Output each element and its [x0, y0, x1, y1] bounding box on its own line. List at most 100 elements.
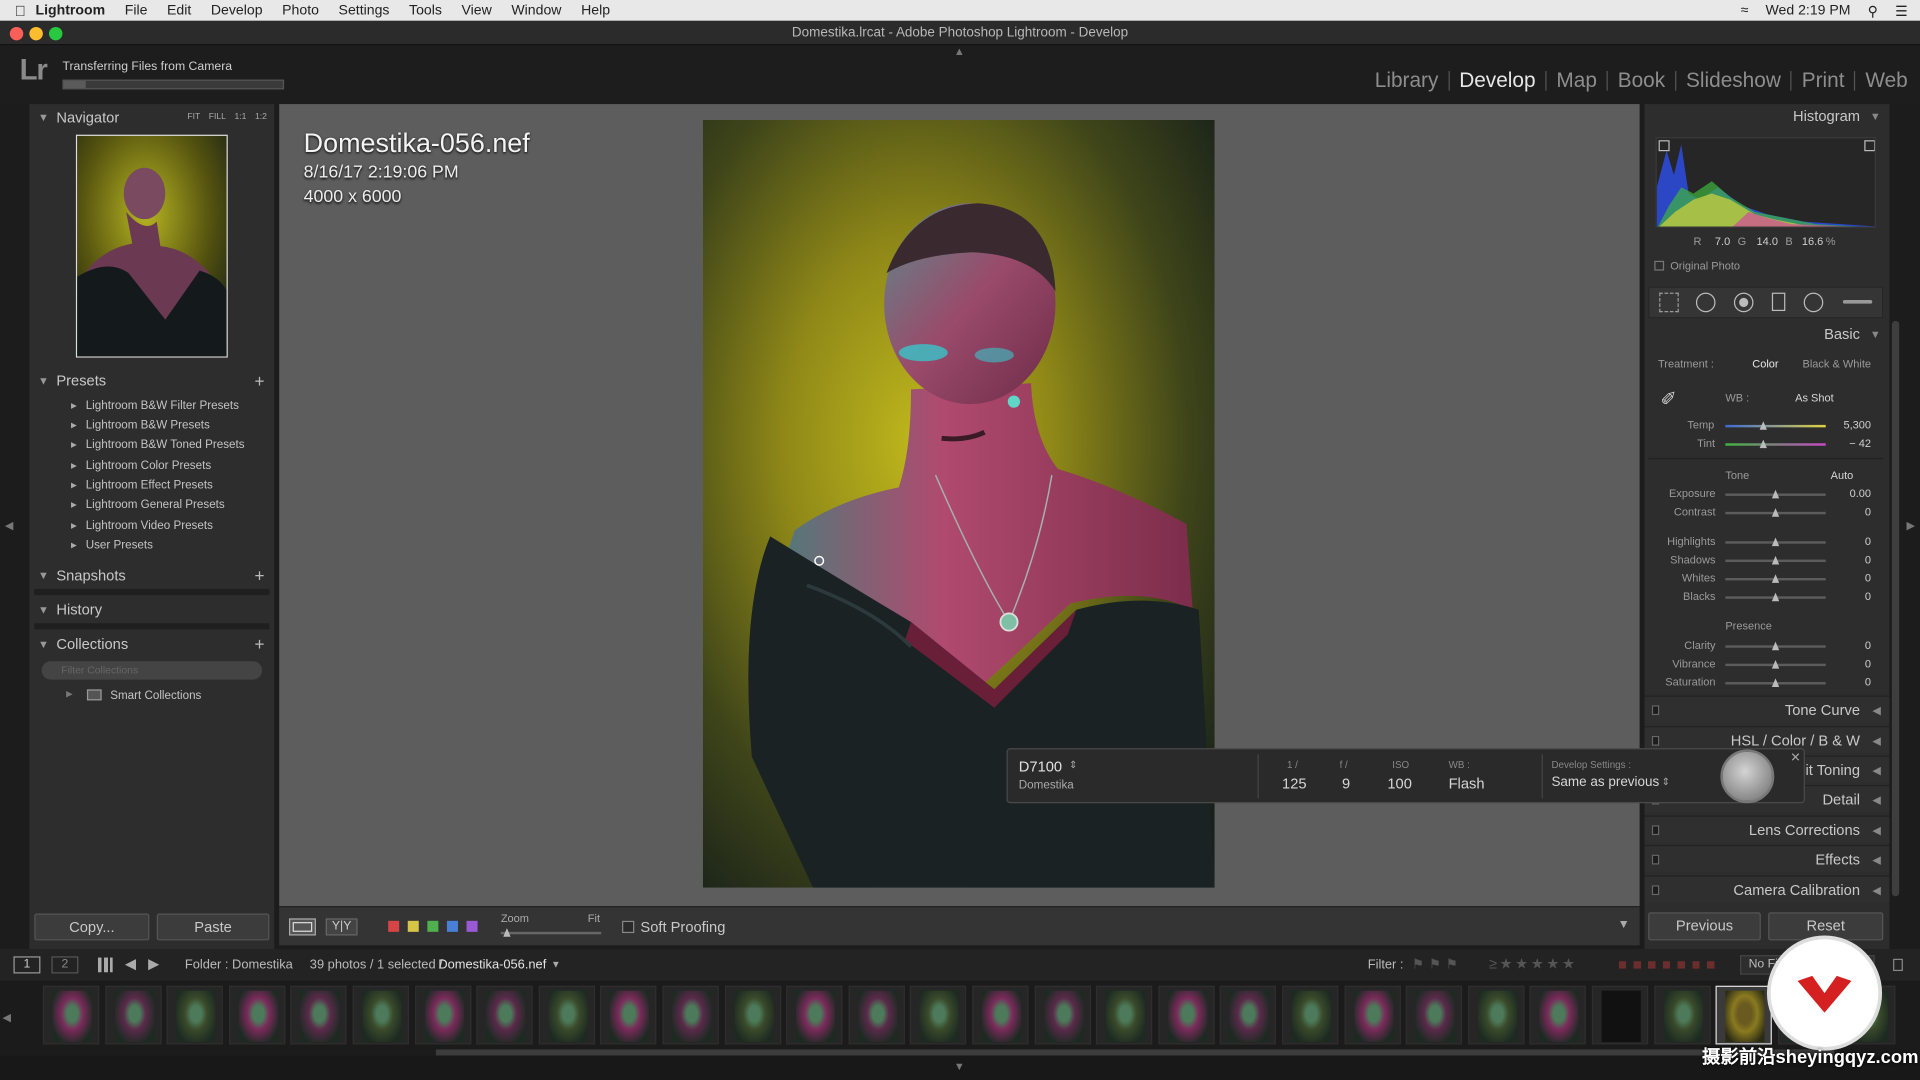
menu-photo[interactable]: Photo: [282, 3, 319, 18]
panel-header[interactable]: Tone Curve ◀: [1644, 695, 1890, 723]
develop-settings-chevron-icon[interactable]: ⇕: [1662, 776, 1670, 787]
slider-value[interactable]: 0: [1829, 590, 1871, 602]
file-menu-chevron-icon[interactable]: ▼: [551, 959, 561, 970]
add-collection-icon[interactable]: +: [254, 631, 264, 658]
camera-model[interactable]: D7100: [1019, 758, 1062, 775]
filter-lock-icon[interactable]: [1893, 958, 1903, 972]
filmstrip-thumbnail[interactable]: [1467, 985, 1525, 1045]
wb-select[interactable]: As Shot: [1795, 392, 1834, 404]
filmstrip-thumbnail[interactable]: [1653, 985, 1711, 1045]
panel-toggle-switch[interactable]: [1651, 854, 1660, 865]
preset-folder[interactable]: Lightroom B&W Presets: [71, 416, 210, 436]
previous-button[interactable]: Previous: [1648, 912, 1761, 941]
loupe-view-icon[interactable]: [288, 918, 316, 936]
nav-fit[interactable]: FIT: [187, 104, 200, 131]
wb-eyedropper-icon[interactable]: ✐: [1660, 387, 1687, 414]
left-panel-toggle-icon[interactable]: ◀: [5, 519, 13, 532]
clock[interactable]: Wed 2:19 PM: [1765, 3, 1850, 18]
preset-folder[interactable]: User Presets: [71, 536, 153, 556]
panel-toggle-switch[interactable]: [1651, 825, 1660, 836]
panel-toggle-switch[interactable]: [1651, 735, 1660, 746]
filmstrip-thumbnail[interactable]: [848, 985, 905, 1045]
slider-value[interactable]: 0.00: [1829, 487, 1871, 499]
tint-slider-thumb[interactable]: [1759, 439, 1768, 449]
preset-folder[interactable]: Lightroom B&W Toned Presets: [71, 436, 245, 456]
spotlight-icon[interactable]: ⚲: [1868, 2, 1878, 19]
green-label-icon[interactable]: [427, 920, 439, 932]
grid-view-icon[interactable]: [97, 957, 113, 973]
zoom-slider-thumb[interactable]: [503, 928, 511, 937]
slider-thumb[interactable]: [1771, 660, 1780, 669]
zoom-slider[interactable]: [500, 928, 602, 937]
filmstrip-thumbnail[interactable]: [1591, 985, 1649, 1045]
filmstrip-thumbnail[interactable]: [42, 985, 100, 1045]
camera-select-chevron-icon[interactable]: ⇕: [1069, 759, 1077, 770]
slider-thumb[interactable]: [1771, 537, 1780, 547]
adjustment-brush-icon[interactable]: [1842, 300, 1873, 304]
panel-toggle-switch[interactable]: [1651, 885, 1660, 896]
module-book[interactable]: Book: [1608, 70, 1677, 91]
treatment-bw[interactable]: Black & White: [1802, 358, 1871, 370]
menu-view[interactable]: View: [462, 3, 492, 18]
spot-removal-icon[interactable]: [1695, 292, 1716, 313]
slider-thumb[interactable]: [1771, 574, 1780, 583]
forward-arrow-icon[interactable]: ▶: [148, 955, 159, 972]
blue-label-icon[interactable]: [446, 920, 458, 932]
apple-icon[interactable]: : [15, 2, 26, 19]
adjustment-slider[interactable]: [1725, 574, 1826, 583]
smart-collections-item[interactable]: Smart Collections: [110, 689, 201, 702]
module-map[interactable]: Map: [1547, 70, 1608, 91]
preset-folder[interactable]: Lightroom Color Presets: [71, 457, 211, 477]
adjustment-slider[interactable]: [1725, 537, 1826, 547]
before-after-icon[interactable]: Y|Y: [325, 918, 358, 936]
slider-value[interactable]: 0: [1829, 658, 1871, 670]
temp-value[interactable]: 5,300: [1829, 419, 1871, 431]
menu-settings[interactable]: Settings: [339, 3, 390, 18]
filmstrip-thumbnail[interactable]: [1220, 985, 1277, 1045]
module-web[interactable]: Web: [1856, 70, 1920, 91]
radial-filter-icon[interactable]: [1803, 292, 1824, 313]
slider-value[interactable]: 0: [1829, 506, 1871, 518]
paste-button[interactable]: Paste: [156, 913, 270, 941]
module-print[interactable]: Print: [1792, 70, 1856, 91]
add-preset-icon[interactable]: +: [254, 367, 264, 394]
filmstrip-thumbnail[interactable]: [1344, 985, 1401, 1045]
zoom-window-button[interactable]: [48, 26, 63, 41]
slider-thumb[interactable]: [1771, 678, 1780, 687]
panel-header[interactable]: Effects ◀: [1644, 844, 1890, 872]
adjustment-slider[interactable]: [1725, 641, 1826, 651]
nav-1-1[interactable]: 1:1: [235, 104, 247, 131]
toolbar-menu-chevron-icon[interactable]: ▼: [1618, 918, 1630, 931]
bottom-panel-toggle-icon[interactable]: ▼: [954, 1060, 965, 1072]
nav-fill[interactable]: FILL: [209, 104, 226, 131]
slider-thumb[interactable]: [1771, 555, 1780, 565]
red-label-icon[interactable]: [388, 920, 400, 932]
rating-filter[interactable]: ≥★★★★★: [1489, 955, 1578, 972]
adjustment-slider[interactable]: [1725, 489, 1826, 499]
slider-thumb[interactable]: [1771, 641, 1780, 651]
slider-value[interactable]: 0: [1829, 676, 1871, 688]
module-slideshow[interactable]: Slideshow: [1676, 70, 1792, 91]
develop-settings-select[interactable]: Same as previous: [1551, 775, 1659, 790]
navigator-header[interactable]: ▼ Navigator FIT FILL 1:1 1:2: [29, 104, 274, 131]
flag-filter-icons[interactable]: ⚑⚑⚑: [1412, 956, 1463, 973]
collections-header[interactable]: ▼ Collections +: [29, 631, 274, 658]
filmstrip-thumbnail[interactable]: [910, 985, 967, 1045]
close-capture-bar-icon[interactable]: ✕: [1790, 752, 1800, 765]
tint-slider[interactable]: [1725, 439, 1826, 449]
filmstrip-thumbnail[interactable]: [1529, 985, 1587, 1045]
filter-collections-input[interactable]: Filter Collections: [41, 661, 263, 680]
temp-slider-thumb[interactable]: [1759, 421, 1768, 430]
right-panel-scrollbar[interactable]: [1891, 320, 1900, 897]
history-header[interactable]: ▼ History: [29, 596, 274, 623]
graduated-filter-icon[interactable]: [1771, 292, 1786, 312]
menu-window[interactable]: Window: [511, 3, 561, 18]
preset-folder[interactable]: Lightroom Effect Presets: [71, 476, 213, 496]
red-eye-icon[interactable]: [1733, 292, 1754, 313]
auto-tone-button[interactable]: Auto: [1831, 469, 1854, 481]
filmstrip-thumbnail[interactable]: [972, 985, 1029, 1045]
right-panel-toggle-icon[interactable]: ▶: [1907, 519, 1915, 532]
menu-edit[interactable]: Edit: [167, 3, 191, 18]
filmstrip-thumbnail[interactable]: [166, 985, 224, 1045]
slider-thumb[interactable]: [1771, 508, 1780, 517]
